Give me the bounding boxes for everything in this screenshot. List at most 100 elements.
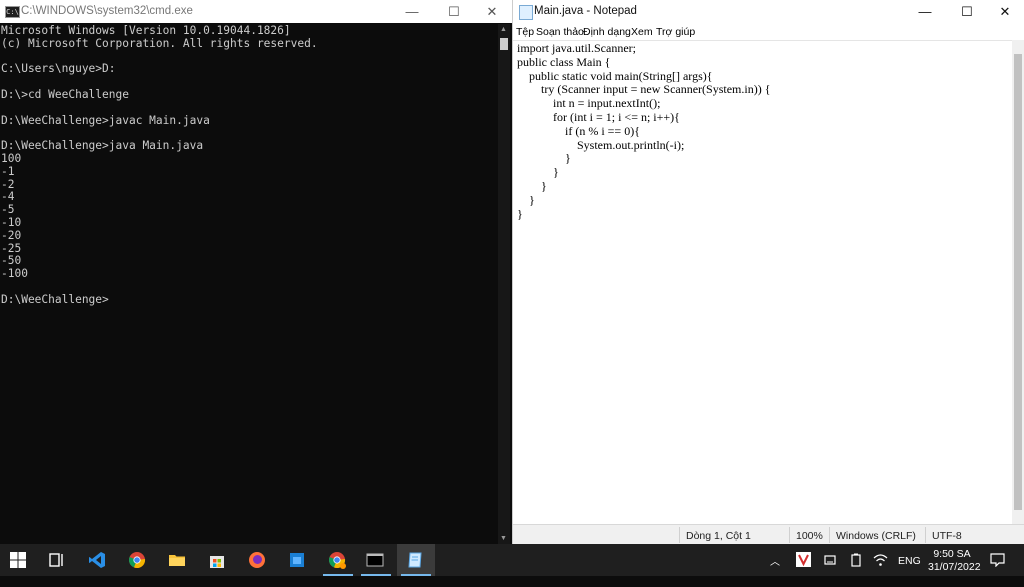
status-encoding: UTF-8 bbox=[932, 530, 962, 542]
notepad-icon bbox=[519, 5, 533, 20]
scroll-thumb[interactable] bbox=[1014, 54, 1022, 510]
console-line: D:\WeeChallenge>javac Main.java bbox=[1, 113, 210, 127]
taskbar: ︿ ENG 9:50 SA 31/07/2022 bbox=[0, 544, 1024, 576]
scroll-down-icon[interactable]: ▼ bbox=[500, 535, 507, 542]
console-output[interactable]: Microsoft Windows [Version 10.0.19044.18… bbox=[0, 24, 498, 544]
show-hidden-icons[interactable]: ︿ bbox=[770, 553, 780, 585]
code-line: } bbox=[517, 151, 571, 166]
task-view-icon bbox=[49, 553, 63, 567]
chrome-button[interactable] bbox=[119, 544, 157, 576]
cmd-taskbar-button[interactable] bbox=[357, 544, 395, 576]
menu-view[interactable]: Xem bbox=[631, 26, 653, 38]
console-line: -4 bbox=[1, 190, 15, 204]
wifi-tray-icon[interactable] bbox=[873, 553, 888, 585]
wifi-icon bbox=[873, 554, 888, 566]
code-line: } bbox=[517, 165, 559, 180]
battery-icon bbox=[851, 553, 861, 567]
code-line: try (Scanner input = new Scanner(System.… bbox=[517, 82, 771, 97]
notepad-scrollbar[interactable] bbox=[1012, 40, 1024, 524]
console-line: -1 bbox=[1, 164, 15, 178]
cmd-icon: C:\ bbox=[5, 6, 20, 18]
vscode-button[interactable] bbox=[79, 544, 117, 576]
code-line: System.out.println(-i); bbox=[517, 137, 685, 152]
start-button[interactable] bbox=[0, 544, 38, 576]
code-line: } bbox=[517, 179, 547, 193]
clock[interactable]: 9:50 SA 31/07/2022 bbox=[928, 548, 981, 580]
shield-icon bbox=[796, 552, 811, 567]
network-disk-tray-icon[interactable] bbox=[823, 553, 837, 585]
notepad-title: Main.java - Notepad bbox=[534, 5, 637, 17]
minimize-button[interactable]: — bbox=[905, 0, 945, 23]
console-line: Microsoft Windows [Version 10.0.19044.18… bbox=[1, 24, 291, 37]
scroll-up-icon[interactable]: ▲ bbox=[500, 26, 507, 33]
console-line: D:\WeeChallenge>java Main.java bbox=[1, 139, 204, 153]
antivirus-tray-icon[interactable] bbox=[796, 552, 811, 584]
menu-bar: Tệp Soạn thảo Định dạng Xem Trợ giúp bbox=[513, 24, 1024, 40]
console-line: -100 bbox=[1, 267, 28, 281]
notepad-titlebar[interactable]: Main.java - Notepad — ☐ ✕ bbox=[513, 0, 1024, 23]
file-explorer-button[interactable] bbox=[159, 544, 197, 576]
console-line: -50 bbox=[1, 254, 22, 268]
menu-format[interactable]: Định dạng bbox=[583, 26, 631, 38]
notepad-icon bbox=[408, 552, 422, 568]
notepad-taskbar-button[interactable] bbox=[397, 544, 435, 576]
chrome-icon bbox=[129, 552, 146, 569]
notification-icon bbox=[990, 553, 1005, 568]
console-line: D:\WeeChallenge> bbox=[1, 292, 109, 306]
notification-button[interactable] bbox=[990, 552, 1005, 584]
code-line: public class Main { bbox=[517, 54, 611, 69]
console-line: -10 bbox=[1, 216, 22, 229]
maximize-button[interactable]: ☐ bbox=[947, 0, 987, 23]
code-line: if (n % i == 0){ bbox=[517, 123, 640, 138]
text-editor[interactable]: import java.util.Scanner; public class Ma… bbox=[513, 40, 1012, 525]
cmd-scrollbar[interactable]: ▲ ▼ bbox=[498, 24, 510, 544]
console-line: (c) Microsoft Corporation. All rights re… bbox=[1, 36, 318, 50]
code-line: } bbox=[517, 192, 535, 207]
cmd-title: C:\WINDOWS\system32\cmd.exe bbox=[21, 5, 193, 17]
clock-time: 9:50 SA bbox=[933, 548, 971, 560]
firefox-button[interactable] bbox=[239, 544, 277, 576]
task-view-button[interactable] bbox=[38, 544, 76, 576]
scroll-thumb[interactable] bbox=[500, 38, 508, 50]
console-line: -5 bbox=[1, 203, 15, 217]
vscode-icon bbox=[89, 552, 105, 568]
menu-file[interactable]: Tệp bbox=[516, 26, 534, 38]
console-line: -2 bbox=[1, 177, 15, 191]
close-button[interactable]: ✕ bbox=[472, 0, 512, 23]
chrome-icon bbox=[329, 552, 346, 569]
power-tray-icon[interactable] bbox=[849, 553, 863, 585]
console-line: C:\Users\nguye>D: bbox=[1, 62, 116, 76]
clock-date: 31/07/2022 bbox=[928, 561, 981, 573]
code-line: public static void main(String[] args){ bbox=[517, 68, 713, 83]
status-position: Dòng 1, Cột 1 bbox=[686, 530, 751, 542]
console-line: -20 bbox=[1, 228, 22, 242]
console-line: -25 bbox=[1, 241, 22, 255]
notepad-window[interactable]: Main.java - Notepad — ☐ ✕ Tệp Soạn thảo … bbox=[512, 0, 1024, 545]
maximize-button[interactable]: ☐ bbox=[434, 0, 474, 23]
menu-help[interactable]: Trợ giúp bbox=[656, 26, 695, 38]
firefox-icon bbox=[249, 552, 265, 568]
minimize-button[interactable]: — bbox=[392, 0, 432, 23]
menu-edit[interactable]: Soạn thảo bbox=[536, 26, 584, 38]
folder-icon bbox=[169, 555, 185, 566]
blue-app-button[interactable] bbox=[279, 544, 317, 576]
console-line: D:\>cd WeeChallenge bbox=[1, 88, 129, 101]
store-button[interactable] bbox=[199, 544, 237, 576]
status-line-ending: Windows (CRLF) bbox=[836, 530, 916, 542]
code-line: } bbox=[517, 206, 523, 221]
cmd-window[interactable]: C:\ C:\WINDOWS\system32\cmd.exe — ☐ ✕ Mi… bbox=[0, 0, 512, 544]
blue-app-icon bbox=[290, 553, 304, 567]
code-line: int n = input.nextInt(); bbox=[517, 96, 661, 111]
close-button[interactable]: ✕ bbox=[985, 0, 1024, 23]
store-icon bbox=[210, 556, 224, 568]
console-line: 100 bbox=[1, 152, 22, 165]
language-indicator[interactable]: ENG bbox=[898, 555, 921, 587]
cmd-titlebar[interactable]: C:\ C:\WINDOWS\system32\cmd.exe — ☐ ✕ bbox=[0, 0, 512, 23]
windows-icon bbox=[10, 552, 26, 568]
terminal-icon bbox=[366, 553, 384, 567]
status-bar: Dòng 1, Cột 1 100% Windows (CRLF) UTF-8 bbox=[513, 524, 1024, 545]
code-line: import java.util.Scanner; bbox=[517, 41, 636, 55]
chrome-profile-button[interactable] bbox=[319, 544, 357, 576]
status-zoom: 100% bbox=[796, 530, 823, 542]
code-line: for (int i = 1; i <= n; i++){ bbox=[517, 110, 680, 124]
